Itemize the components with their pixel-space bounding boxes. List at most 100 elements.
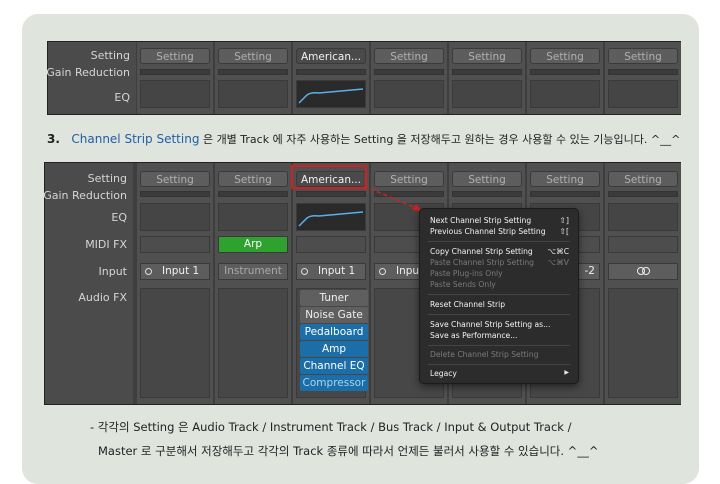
midi-fx-slot[interactable] xyxy=(140,236,210,253)
menu-item-copy-setting[interactable]: Copy Channel Strip Setting xyxy=(430,247,533,256)
audio-fx-area[interactable]: Tuner Noise Gate Pedalboard Amp Channel … xyxy=(296,288,368,398)
setting-button[interactable]: Setting xyxy=(530,171,600,187)
eq-curve-icon xyxy=(298,211,364,227)
menu-separator xyxy=(428,241,570,242)
setting-label: Setting xyxy=(87,172,127,185)
setting-button[interactable]: Setting xyxy=(452,171,522,187)
plugin-slot-amp[interactable]: Amp xyxy=(300,341,368,357)
channel-strip-active: American... Input 1 Tuner Noise Gate Ped… xyxy=(293,163,369,404)
menu-separator xyxy=(428,364,570,365)
setting-button[interactable]: Setting xyxy=(140,48,210,64)
channel-strip: Setting xyxy=(371,42,447,114)
midi-fx-arp[interactable]: Arp xyxy=(218,236,288,253)
menu-item-paste-setting: Paste Channel Strip Setting xyxy=(430,258,534,267)
audio-fx-label: Audio FX xyxy=(78,291,127,304)
setting-button[interactable]: Setting xyxy=(608,48,678,64)
input-ring-icon xyxy=(379,267,386,275)
submenu-arrow-icon: ▶ xyxy=(564,369,569,376)
top-mixer-panel: Setting Gain Reduction EQ Setting Settin… xyxy=(46,41,681,115)
gain-reduction-meter xyxy=(452,69,522,75)
eq-thumbnail[interactable] xyxy=(374,80,444,108)
eq-thumbnail[interactable] xyxy=(608,80,678,108)
caption-step-3: 3. Channel Strip Setting 은 개별 Track 에 자주… xyxy=(47,131,680,147)
input-ring-icon xyxy=(301,267,308,275)
midi-fx-slot[interactable] xyxy=(608,236,678,253)
gain-reduction-meter xyxy=(530,69,600,75)
eq-thumbnail[interactable] xyxy=(530,80,600,108)
gain-reduction-meter xyxy=(296,69,366,75)
eq-thumbnail[interactable] xyxy=(218,203,288,231)
input-slot[interactable]: Input 1 xyxy=(140,263,210,280)
gain-reduction-label: Gain Reduction xyxy=(46,66,130,79)
setting-button[interactable]: Setting xyxy=(452,48,522,64)
menu-item-reset-strip[interactable]: Reset Channel Strip xyxy=(430,300,505,309)
audio-fx-area[interactable] xyxy=(140,288,210,398)
stereo-link-icon xyxy=(636,266,650,276)
menu-item-save-setting-as[interactable]: Save Channel Strip Setting as... xyxy=(430,320,550,329)
eq-thumbnail[interactable] xyxy=(140,80,210,108)
callout-highlight-box xyxy=(291,165,367,189)
gain-reduction-meter xyxy=(452,191,522,197)
channel-strip: Setting Arp Instrument xyxy=(215,163,291,404)
plugin-slot-pedalboard[interactable]: Pedalboard xyxy=(300,324,368,340)
eq-thumbnail[interactable] xyxy=(608,203,678,231)
channel-strip: American... xyxy=(293,42,369,114)
midi-fx-slot[interactable] xyxy=(296,236,366,253)
plugin-slot-channel-eq[interactable]: Channel EQ xyxy=(300,358,368,374)
gain-reduction-meter xyxy=(608,191,678,197)
setting-button[interactable]: Setting xyxy=(218,48,288,64)
setting-button[interactable]: Setting xyxy=(530,48,600,64)
menu-item-legacy[interactable]: Legacy xyxy=(430,369,457,378)
highlight-term: Channel Strip Setting xyxy=(71,132,200,146)
setting-button[interactable]: Setting xyxy=(608,171,678,187)
setting-button[interactable]: Setting xyxy=(140,171,210,187)
menu-separator xyxy=(428,294,570,295)
gain-reduction-meter xyxy=(218,69,288,75)
channel-strip-context-menu: Next Channel Strip Setting ⇧] Previous C… xyxy=(419,208,579,384)
menu-item-previous-setting[interactable]: Previous Channel Strip Setting xyxy=(430,227,546,236)
row-labels: Setting Gain Reduction EQ MIDI FX Input … xyxy=(43,163,133,404)
menu-item-save-as-performance[interactable]: Save as Performance... xyxy=(430,331,517,340)
input-slot[interactable]: Instrument xyxy=(218,263,288,280)
eq-thumbnail-active[interactable] xyxy=(296,203,366,231)
setting-button-active[interactable]: American... xyxy=(296,48,366,64)
channel-strip: Setting Input 1 xyxy=(137,163,213,404)
gain-reduction-meter xyxy=(296,191,366,197)
stereo-link-input[interactable] xyxy=(608,263,678,280)
input-slot[interactable]: Input 1 xyxy=(296,263,366,280)
setting-button[interactable]: Setting xyxy=(374,48,444,64)
channel-strip: Setting xyxy=(137,42,213,114)
eq-thumbnail[interactable] xyxy=(452,80,522,108)
input-label: Input 1 xyxy=(318,265,356,277)
audio-fx-area[interactable] xyxy=(218,288,288,398)
audio-fx-area[interactable] xyxy=(608,288,678,398)
shortcut-next: ⇧] xyxy=(559,216,569,225)
channel-strip: Setting xyxy=(527,42,603,114)
caption-line-2: Master 로 구분해서 저장해두고 각각의 Track 종류에 따라서 언제… xyxy=(98,444,599,458)
menu-item-paste-plugins: Paste Plug-ins Only xyxy=(430,269,503,278)
menu-item-next-setting[interactable]: Next Channel Strip Setting xyxy=(430,216,531,225)
shortcut-previous: ⇧[ xyxy=(559,227,569,236)
eq-thumbnail[interactable] xyxy=(218,80,288,108)
gain-reduction-meter xyxy=(140,69,210,75)
plugin-slot-compressor[interactable]: Compressor xyxy=(300,375,368,391)
setting-label: Setting xyxy=(90,49,130,62)
menu-item-delete-setting: Delete Channel Strip Setting xyxy=(430,350,539,359)
channel-strip: Setting xyxy=(449,42,525,114)
input-label: Inpu xyxy=(396,265,420,277)
plugin-slot-tuner[interactable]: Tuner xyxy=(300,290,368,306)
gain-reduction-label: Gain Reduction xyxy=(43,189,127,202)
gain-reduction-meter xyxy=(530,191,600,197)
gain-reduction-meter xyxy=(218,191,288,197)
channel-strip: Setting xyxy=(215,42,291,114)
gain-reduction-meter xyxy=(608,69,678,75)
input-label: Input xyxy=(98,265,127,278)
eq-thumbnail[interactable] xyxy=(140,203,210,231)
channel-strip: Setting xyxy=(605,42,681,114)
gain-reduction-meter xyxy=(374,69,444,75)
plugin-slot-noise-gate[interactable]: Noise Gate xyxy=(300,307,368,323)
eq-thumbnail-active[interactable] xyxy=(296,80,366,108)
setting-button[interactable]: Setting xyxy=(218,171,288,187)
menu-item-paste-sends: Paste Sends Only xyxy=(430,280,496,289)
eq-label: EQ xyxy=(114,91,130,104)
